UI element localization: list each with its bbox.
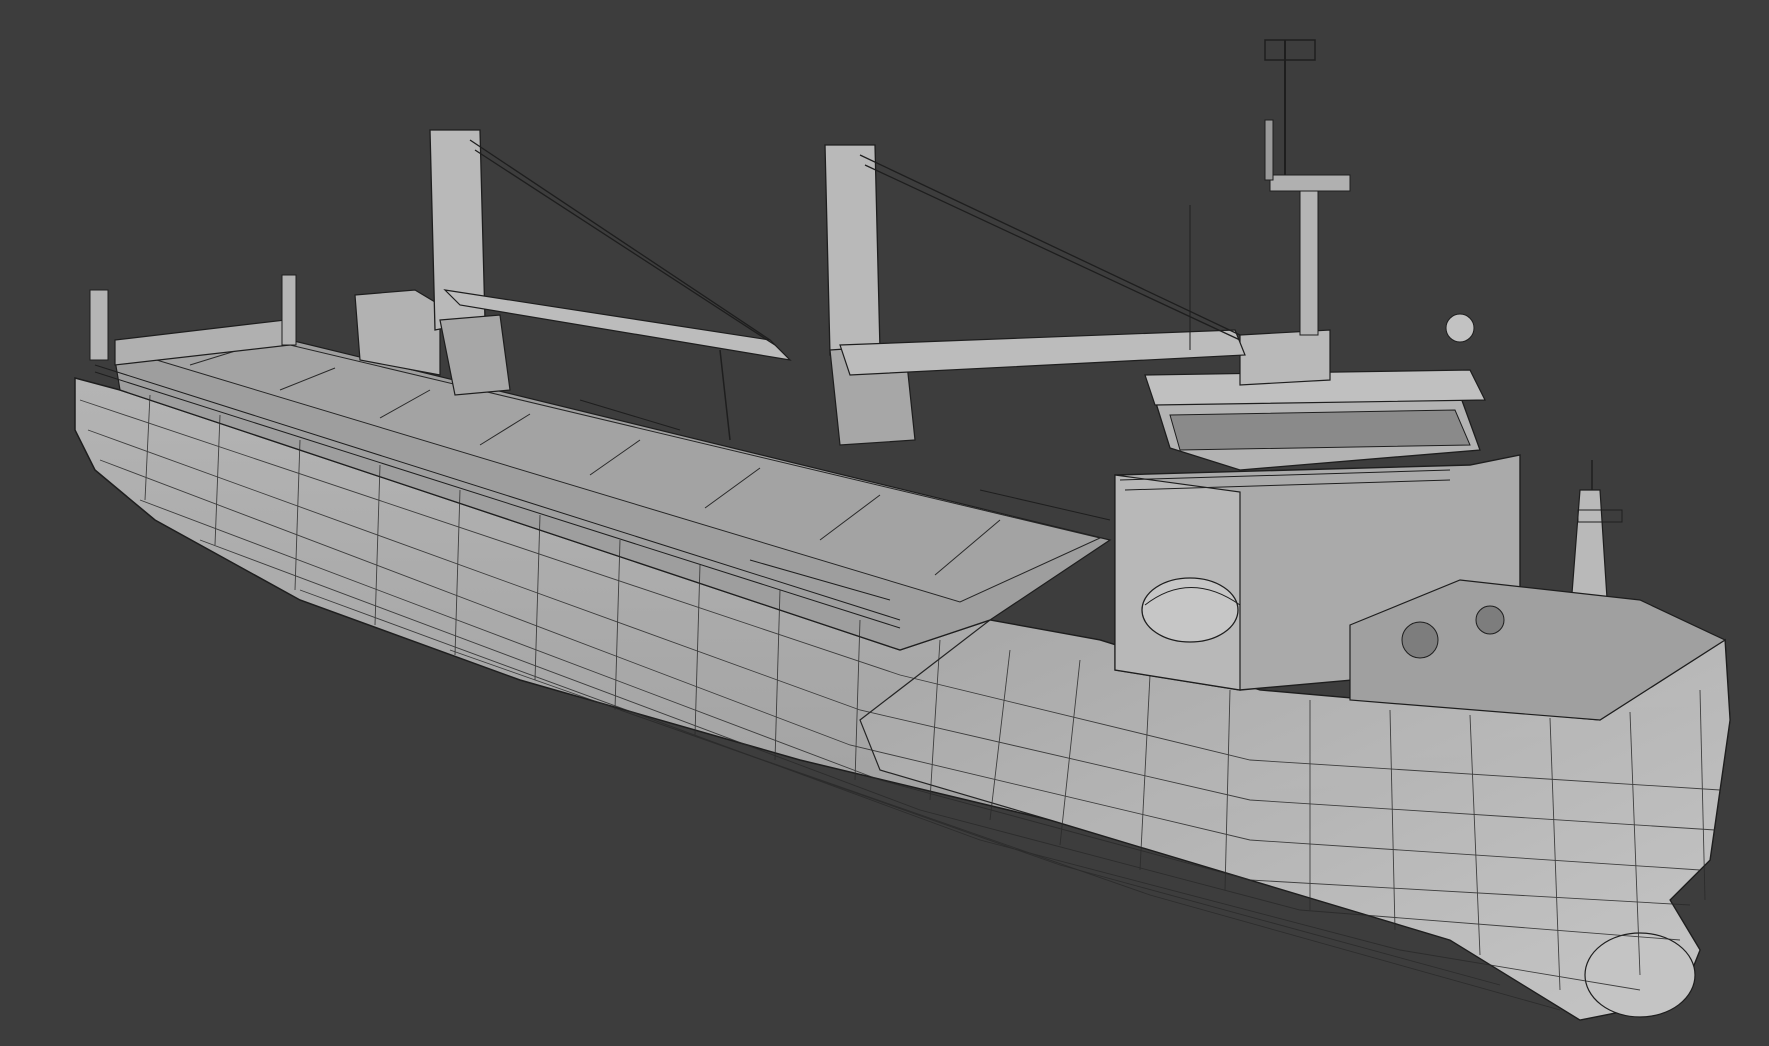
ship-render — [0, 0, 1769, 1046]
3d-viewport[interactable] — [0, 0, 1769, 1046]
